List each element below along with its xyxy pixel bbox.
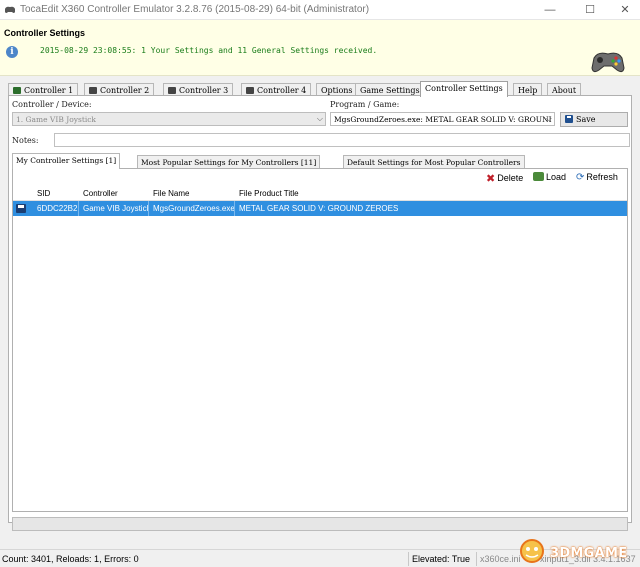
main-tab-bar: Controller 1 Controller 2 Controller 3 C…	[8, 81, 632, 97]
cell-sid: 6DDC22B2	[33, 201, 79, 216]
info-message: 2015-08-29 23:08:55: 1 Your Settings and…	[40, 46, 378, 55]
controller-icon	[13, 87, 21, 94]
status-counts: Count: 3401, Reloads: 1, Errors: 0	[2, 554, 139, 564]
chevron-down-icon: ⌵	[316, 114, 323, 123]
info-panel: Controller Settings i 2015-08-29 23:08:5…	[0, 20, 640, 76]
table-row[interactable]: 6DDC22B2 Game VIB Joystick MgsGroundZero…	[13, 201, 627, 216]
floppy-disk-icon	[565, 115, 573, 123]
controller-device-select[interactable]: 1. Game VIB Joystick ⌵	[12, 112, 326, 126]
load-button[interactable]: Load	[533, 172, 566, 182]
refresh-button[interactable]: ⟳ Refresh	[576, 172, 618, 183]
program-game-label: Program / Game:	[330, 100, 400, 109]
settings-grid: SID Controller File Name File Product Ti…	[13, 186, 627, 216]
refresh-icon: ⟳	[576, 172, 585, 183]
chevron-down-icon: ⌵	[545, 114, 552, 123]
subtab-my-controller-settings[interactable]: My Controller Settings [1]	[12, 153, 121, 169]
controller-device-label: Controller / Device:	[12, 100, 92, 109]
status-separator	[408, 552, 409, 566]
column-header-controller[interactable]: Controller	[79, 186, 149, 201]
delete-icon: ✖	[486, 173, 496, 185]
notes-input[interactable]	[54, 133, 630, 147]
program-game-select[interactable]: MgsGroundZeroes.exe: METAL GEAR SOLID V:…	[330, 112, 555, 126]
load-icon	[533, 172, 544, 181]
controller-icon	[168, 87, 176, 94]
tab-controller-settings[interactable]: Controller Settings	[420, 81, 508, 97]
column-header-file-product-title[interactable]: File Product Title	[235, 186, 435, 201]
close-button[interactable]: ✕	[610, 0, 640, 20]
gamepad-icon	[591, 52, 625, 73]
maximize-button[interactable]: ☐	[575, 0, 605, 20]
controller-icon	[246, 87, 254, 94]
notes-label: Notes:	[12, 136, 39, 145]
settings-list-panel	[12, 168, 628, 512]
subtab-most-popular-settings[interactable]: Most Popular Settings for My Controllers…	[137, 155, 321, 168]
progress-bar	[12, 517, 628, 531]
status-elevated: Elevated: True	[412, 554, 471, 564]
controller-icon	[89, 87, 97, 94]
grid-header: SID Controller File Name File Product Ti…	[13, 186, 627, 201]
info-title: Controller Settings	[4, 28, 86, 38]
save-button[interactable]: Save	[560, 112, 628, 127]
cell-file-name: MgsGroundZeroes.exe	[149, 201, 235, 216]
cell-controller: Game VIB Joystick	[79, 201, 149, 216]
column-header-file-name[interactable]: File Name	[149, 186, 235, 201]
subtab-default-settings[interactable]: Default Settings for Most Popular Contro…	[343, 155, 525, 168]
gamepad-app-icon	[5, 6, 15, 13]
watermark-text: 3DMGAME	[550, 546, 628, 561]
minimize-button[interactable]: —	[535, 0, 565, 20]
floppy-disk-icon	[16, 204, 26, 213]
title-bar: TocaEdit X360 Controller Emulator 3.2.8.…	[0, 0, 640, 20]
column-header-sid[interactable]: SID	[33, 186, 79, 201]
delete-button[interactable]: ✖ Delete	[486, 172, 523, 185]
info-icon: i	[6, 46, 18, 58]
window-title: TocaEdit X360 Controller Emulator 3.2.8.…	[20, 4, 370, 15]
cell-file-product-title: METAL GEAR SOLID V: GROUND ZEROES	[239, 204, 399, 213]
status-separator	[476, 552, 477, 566]
